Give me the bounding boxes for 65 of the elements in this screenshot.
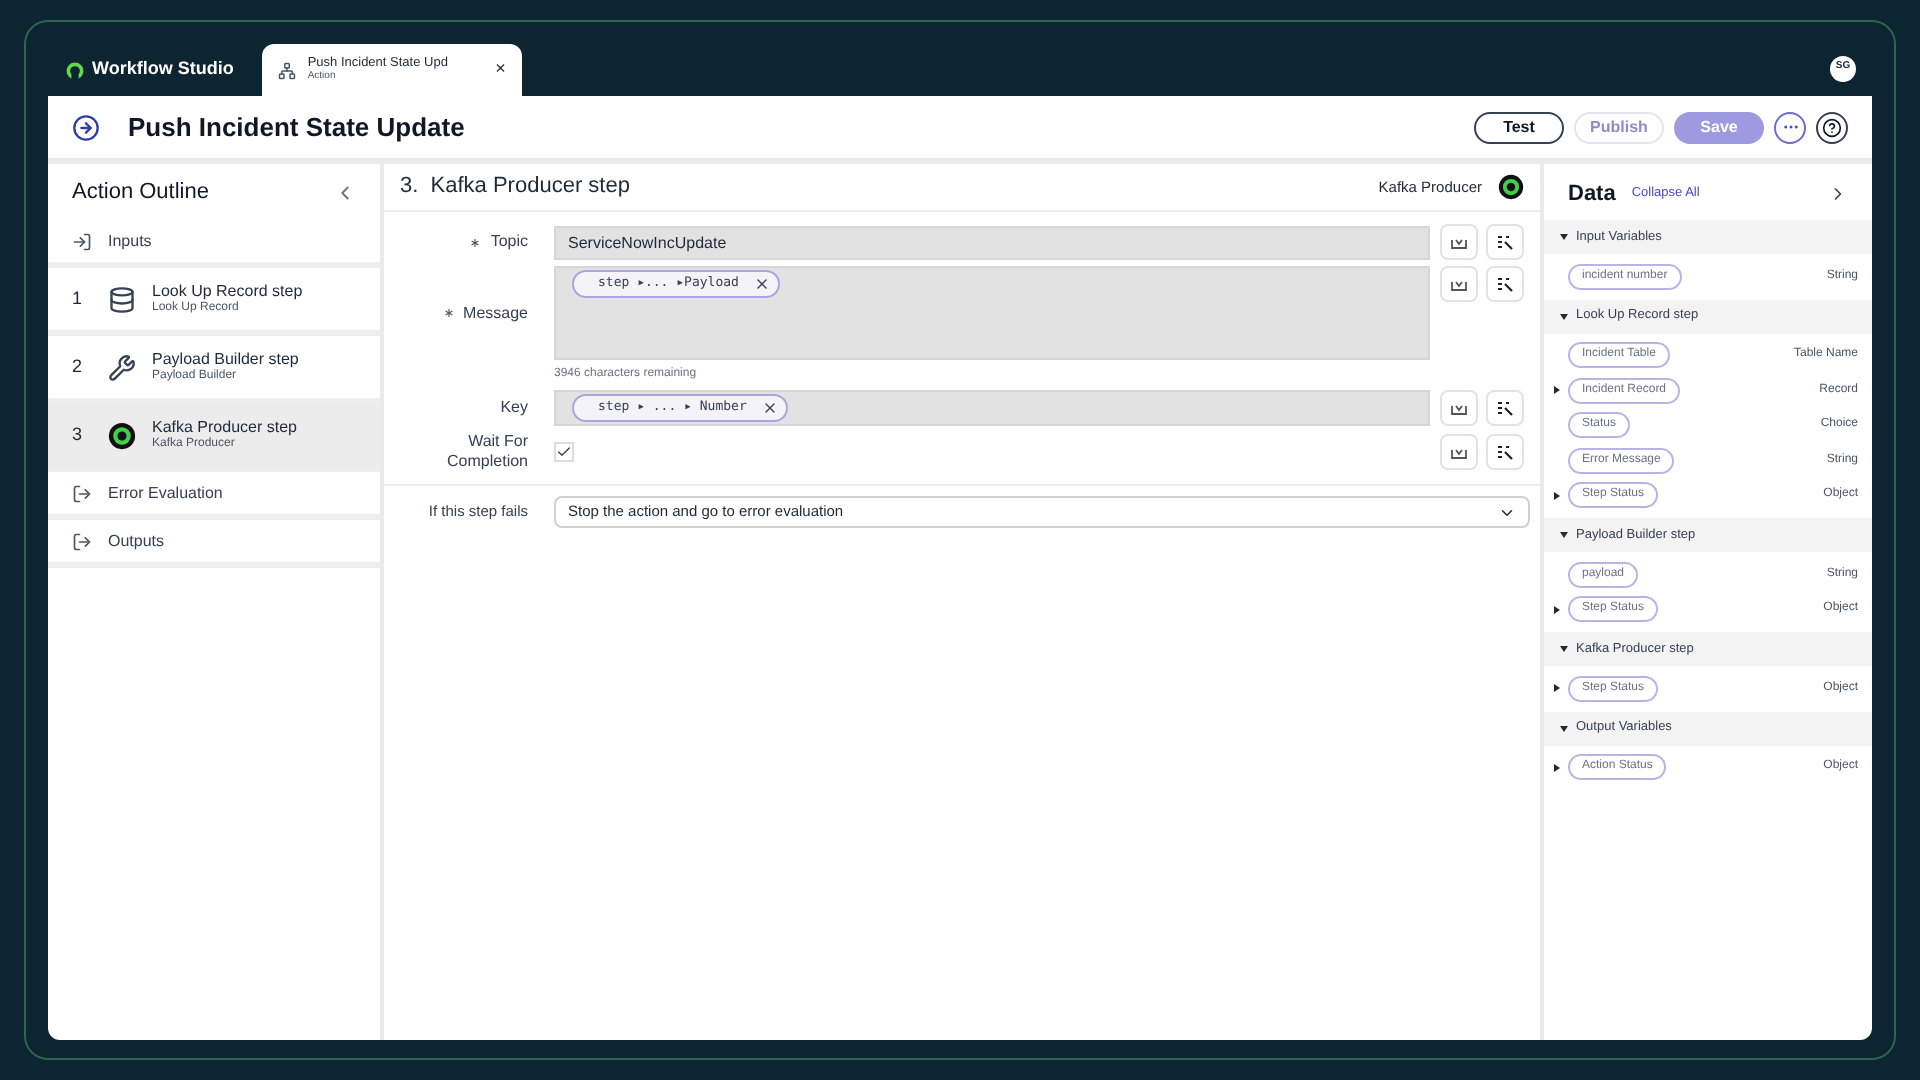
- outline-item[interactable]: Outputs: [48, 520, 380, 568]
- step-title: Kafka Producer step: [152, 417, 297, 437]
- step-number: 1: [72, 285, 85, 312]
- remove-icon[interactable]: [754, 276, 771, 292]
- caret-icon: [1560, 532, 1568, 538]
- topic-field[interactable]: ServiceNowIncUpdate: [554, 225, 1430, 259]
- caret-icon: [1560, 234, 1568, 240]
- exit-icon: [72, 483, 92, 503]
- wrench-icon: [108, 353, 136, 381]
- caret-icon: [1560, 313, 1568, 319]
- check-icon: [556, 444, 572, 460]
- tray-icon: [1450, 276, 1468, 292]
- logo-icon: [66, 61, 84, 79]
- header-button[interactable]: Test: [1474, 111, 1564, 143]
- ring-icon: [108, 421, 136, 449]
- field-label: Key: [500, 397, 528, 417]
- caret-icon: [1560, 646, 1568, 652]
- panel-title: Data: [1568, 179, 1616, 210]
- list-search-icon: [1496, 233, 1514, 251]
- more-button[interactable]: [1774, 111, 1806, 143]
- data-pill-picker-button[interactable]: [1440, 224, 1478, 260]
- list-search-icon: [1496, 275, 1514, 293]
- exit-icon: [72, 531, 92, 551]
- script-toggle-button[interactable]: [1486, 266, 1524, 302]
- step-number: 2: [72, 353, 85, 380]
- list-search-icon: [1496, 443, 1514, 461]
- database-icon: [108, 285, 136, 313]
- network-icon: [277, 61, 296, 79]
- checkbox[interactable]: [554, 442, 574, 462]
- close-tab-button[interactable]: ×: [495, 56, 506, 84]
- tray-icon: [1450, 234, 1468, 250]
- outline-item[interactable]: Error Evaluation: [48, 472, 380, 520]
- help-button[interactable]: [1816, 111, 1848, 143]
- data-pill-picker-button[interactable]: [1440, 266, 1478, 302]
- expand-icon[interactable]: [1554, 386, 1560, 395]
- required-icon: [441, 306, 456, 320]
- list-search-icon: [1496, 399, 1514, 417]
- field-label: Wait For Completion: [445, 432, 528, 472]
- step-number: 3: [72, 421, 85, 448]
- data-pill-picker-button[interactable]: [1440, 434, 1478, 470]
- panel-title: Action Outline: [72, 177, 209, 208]
- script-toggle-button[interactable]: [1486, 390, 1524, 426]
- action-icon: [72, 113, 100, 141]
- field-label: Topic: [490, 232, 528, 252]
- field-label: Message: [463, 303, 528, 323]
- ring-icon: [1498, 174, 1524, 200]
- script-toggle-button[interactable]: [1486, 434, 1524, 470]
- expand-icon[interactable]: [1554, 763, 1560, 772]
- remove-icon[interactable]: [762, 399, 779, 415]
- script-toggle-button[interactable]: [1486, 224, 1524, 260]
- caret-icon: [1560, 725, 1568, 731]
- step-heading: 3. Kafka Producer step: [400, 172, 630, 203]
- page-title: Push Incident State Update: [128, 109, 465, 146]
- required-icon: [468, 235, 483, 249]
- brand-name: Workflow Studio: [92, 56, 234, 83]
- tray-icon: [1450, 400, 1468, 416]
- tray-icon: [1450, 444, 1468, 460]
- help-icon: [1822, 117, 1842, 137]
- expand-icon[interactable]: [1554, 605, 1560, 614]
- expand-icon[interactable]: [1554, 491, 1560, 500]
- data-pill-picker-button[interactable]: [1440, 390, 1478, 426]
- step-title: Look Up Record step: [152, 281, 303, 301]
- step-title: Payload Builder step: [152, 349, 299, 369]
- expand-icon[interactable]: [1554, 684, 1560, 693]
- enter-icon: [72, 231, 92, 251]
